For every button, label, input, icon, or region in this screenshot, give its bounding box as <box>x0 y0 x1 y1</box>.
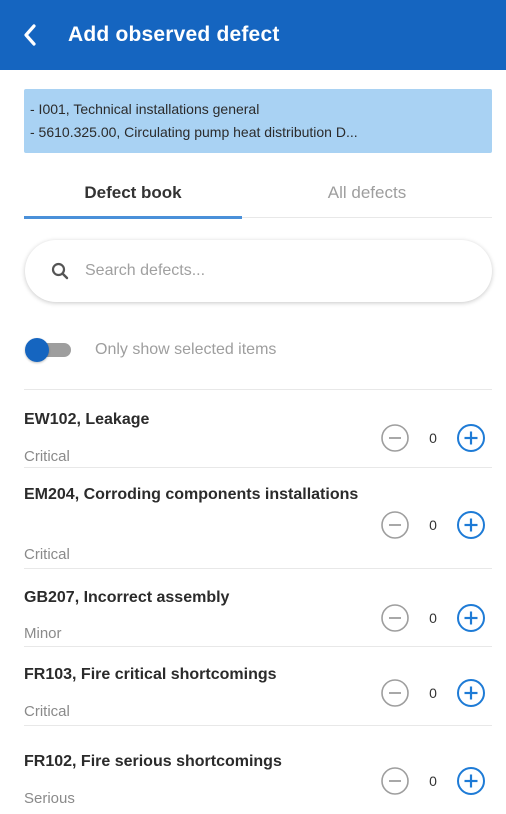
search-icon <box>51 262 69 280</box>
context-line-component: - 5610.325.00, Circulating pump heat dis… <box>30 124 358 140</box>
defect-severity: Critical <box>24 546 70 563</box>
tab-all-defects[interactable]: All defects <box>242 168 492 218</box>
search-input[interactable] <box>85 262 445 280</box>
plus-circle-icon[interactable] <box>456 766 486 796</box>
defect-row-em204: EM204, Corroding components installation… <box>24 468 492 569</box>
back-button[interactable] <box>0 0 60 70</box>
defect-title: EM204, Corroding components installation… <box>24 486 359 503</box>
search-bar <box>25 240 492 302</box>
quantity-value: 0 <box>429 685 437 701</box>
page-title: Add observed defect <box>68 23 280 46</box>
context-info-box: - I001, Technical installations general … <box>24 89 492 153</box>
quantity-stepper: 0 <box>380 766 492 796</box>
defect-title: EW102, Leakage <box>24 411 150 428</box>
minus-circle-icon[interactable] <box>380 678 410 708</box>
defect-title: GB207, Incorrect assembly <box>24 589 230 606</box>
defect-title: FR103, Fire critical shortcomings <box>24 666 277 683</box>
tab-bar: Defect book All defects <box>24 168 492 219</box>
app-screen: Add observed defect - I001, Technical in… <box>0 0 506 814</box>
only-selected-toggle[interactable] <box>25 338 73 362</box>
defect-row-gb207: GB207, Incorrect assembly Minor 0 <box>24 569 492 647</box>
quantity-value: 0 <box>429 610 437 626</box>
plus-circle-icon[interactable] <box>456 423 486 453</box>
plus-circle-icon[interactable] <box>456 510 486 540</box>
quantity-stepper: 0 <box>380 678 492 708</box>
defect-row-ew102: EW102, Leakage Critical 0 <box>24 390 492 468</box>
defect-severity: Minor <box>24 625 62 642</box>
defect-list: EW102, Leakage Critical 0 EM204, Corrodi… <box>24 390 492 814</box>
plus-circle-icon[interactable] <box>456 678 486 708</box>
tab-defect-book[interactable]: Defect book <box>24 168 242 219</box>
defect-severity: Serious <box>24 790 75 807</box>
app-header: Add observed defect <box>0 0 506 70</box>
selected-filter-row: Only show selected items <box>25 334 492 366</box>
only-selected-label: Only show selected items <box>95 341 277 358</box>
defect-severity: Critical <box>24 448 70 465</box>
defect-title: FR102, Fire serious shortcomings <box>24 753 282 770</box>
defect-severity: Critical <box>24 703 70 720</box>
chevron-left-icon <box>24 24 36 46</box>
minus-circle-icon[interactable] <box>380 510 410 540</box>
defect-row-fr102: FR102, Fire serious shortcomings Serious… <box>24 726 492 814</box>
quantity-stepper: 0 <box>380 603 492 633</box>
context-line-installation: - I001, Technical installations general <box>30 101 260 117</box>
toggle-knob <box>25 338 49 362</box>
quantity-stepper: 0 <box>380 423 492 453</box>
quantity-value: 0 <box>429 773 437 789</box>
minus-circle-icon[interactable] <box>380 603 410 633</box>
quantity-value: 0 <box>429 430 437 446</box>
minus-circle-icon[interactable] <box>380 766 410 796</box>
minus-circle-icon[interactable] <box>380 423 410 453</box>
quantity-value: 0 <box>429 517 437 533</box>
plus-circle-icon[interactable] <box>456 603 486 633</box>
defect-row-fr103: FR103, Fire critical shortcomings Critic… <box>24 647 492 726</box>
quantity-stepper: 0 <box>380 510 492 540</box>
